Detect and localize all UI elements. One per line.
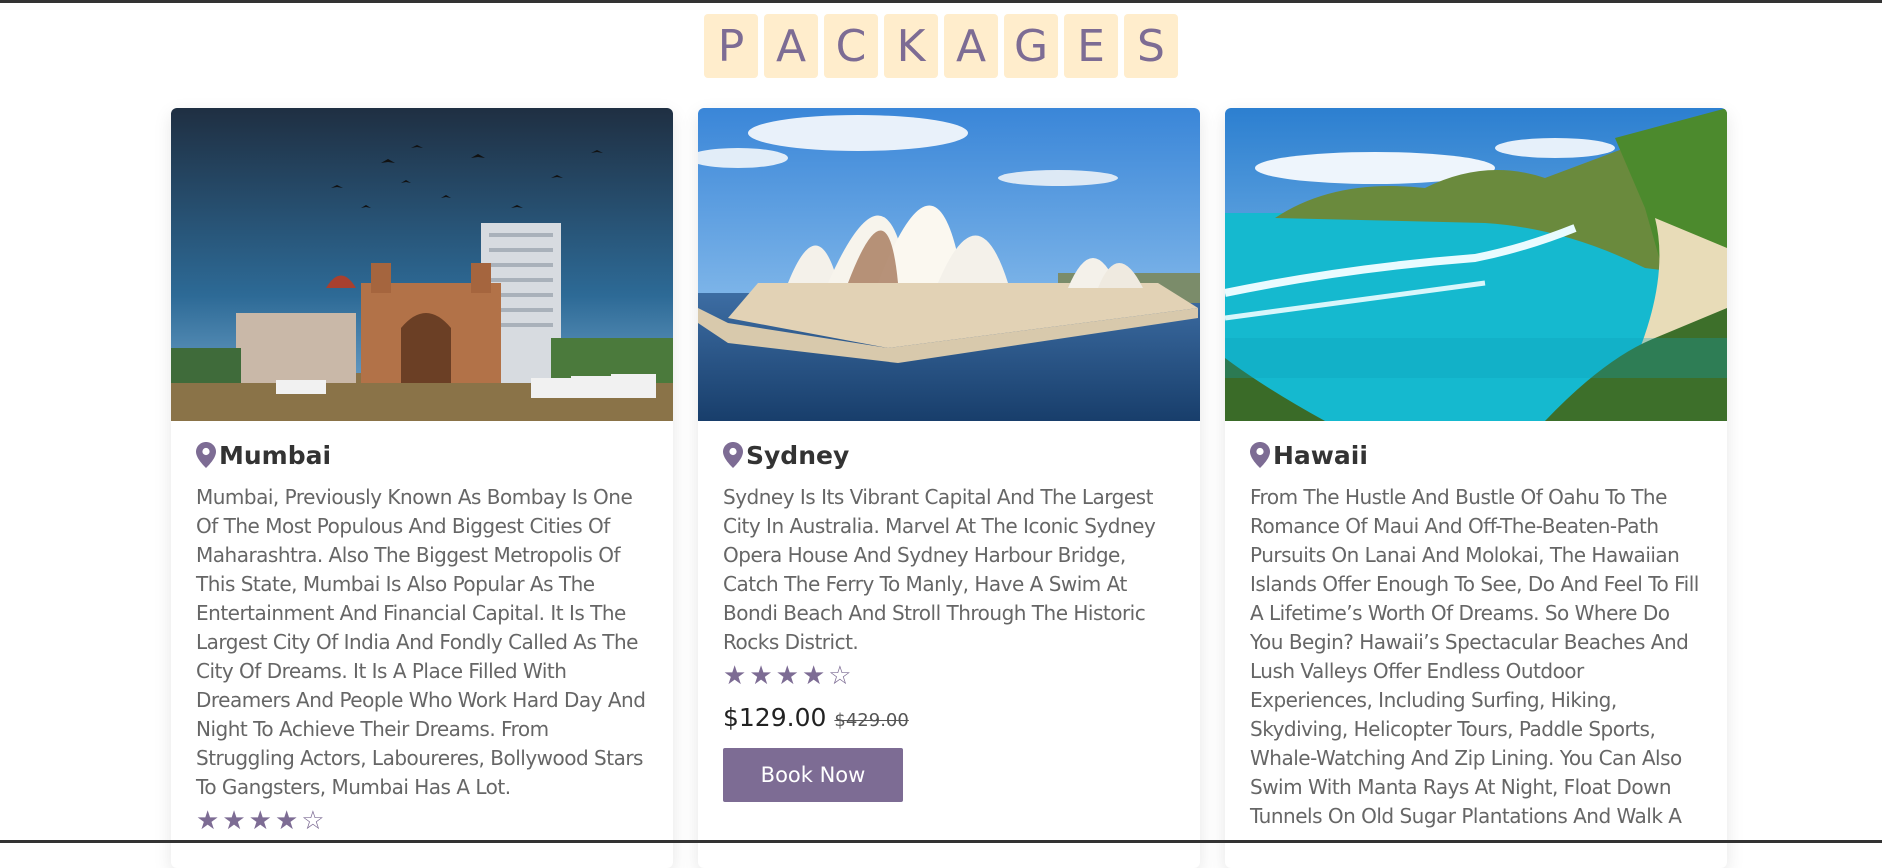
price-row: $129.00 $429.00 [723, 703, 1175, 732]
heading-letter: S [1124, 14, 1178, 78]
location-pin-icon [723, 442, 743, 468]
sydney-opera-house-image [698, 108, 1200, 421]
original-price: $429.00 [834, 710, 909, 731]
rating-stars: ★ ★ ★ ★ ☆ [723, 661, 1175, 691]
star-filled-icon: ★ [248, 806, 272, 836]
star-filled-icon: ★ [274, 806, 299, 836]
star-filled-icon: ★ [196, 806, 220, 836]
star-filled-icon: ★ [723, 661, 747, 691]
package-card-hawaii: Hawaii From The Hustle And Bustle Of Oah… [1225, 108, 1727, 868]
heading-letter: A [944, 14, 998, 78]
heading-letter: P [704, 14, 758, 78]
rating-stars: ★ ★ ★ ★ ☆ [196, 806, 648, 836]
location-pin-icon [196, 442, 216, 468]
book-now-button[interactable]: Book Now [723, 748, 903, 802]
package-title: Mumbai [219, 440, 332, 470]
star-filled-icon: ★ [222, 806, 246, 836]
package-title: Sydney [746, 440, 850, 470]
star-filled-icon: ★ [749, 661, 773, 691]
heading-letter: A [764, 14, 818, 78]
heading-letter: C [824, 14, 878, 78]
top-border [0, 0, 1882, 3]
star-filled-icon: ★ [801, 661, 826, 691]
star-filled-icon: ★ [775, 661, 799, 691]
package-card-sydney: Sydney Sydney Is Its Vibrant Capital And… [698, 108, 1200, 868]
heading-letter: E [1064, 14, 1118, 78]
location-pin-icon [1250, 442, 1270, 468]
package-description: Mumbai, Previously Known As Bombay Is On… [196, 485, 646, 799]
star-empty-icon: ☆ [828, 661, 852, 691]
heading-letter: K [884, 14, 938, 78]
star-empty-icon: ☆ [301, 806, 325, 836]
package-title: Hawaii [1273, 440, 1368, 470]
package-card-mumbai: Mumbai Mumbai, Previously Known As Bomba… [171, 108, 673, 868]
heading-letter: G [1004, 14, 1058, 78]
hawaii-bay-image [1225, 108, 1727, 421]
current-price: $129.00 [723, 703, 827, 732]
mumbai-gateway-image [171, 108, 673, 421]
packages-heading: P A C K A G E S [0, 14, 1882, 78]
package-description: From The Hustle And Bustle Of Oahu To Th… [1250, 485, 1699, 828]
package-description: Sydney Is Its Vibrant Capital And The La… [723, 485, 1156, 654]
